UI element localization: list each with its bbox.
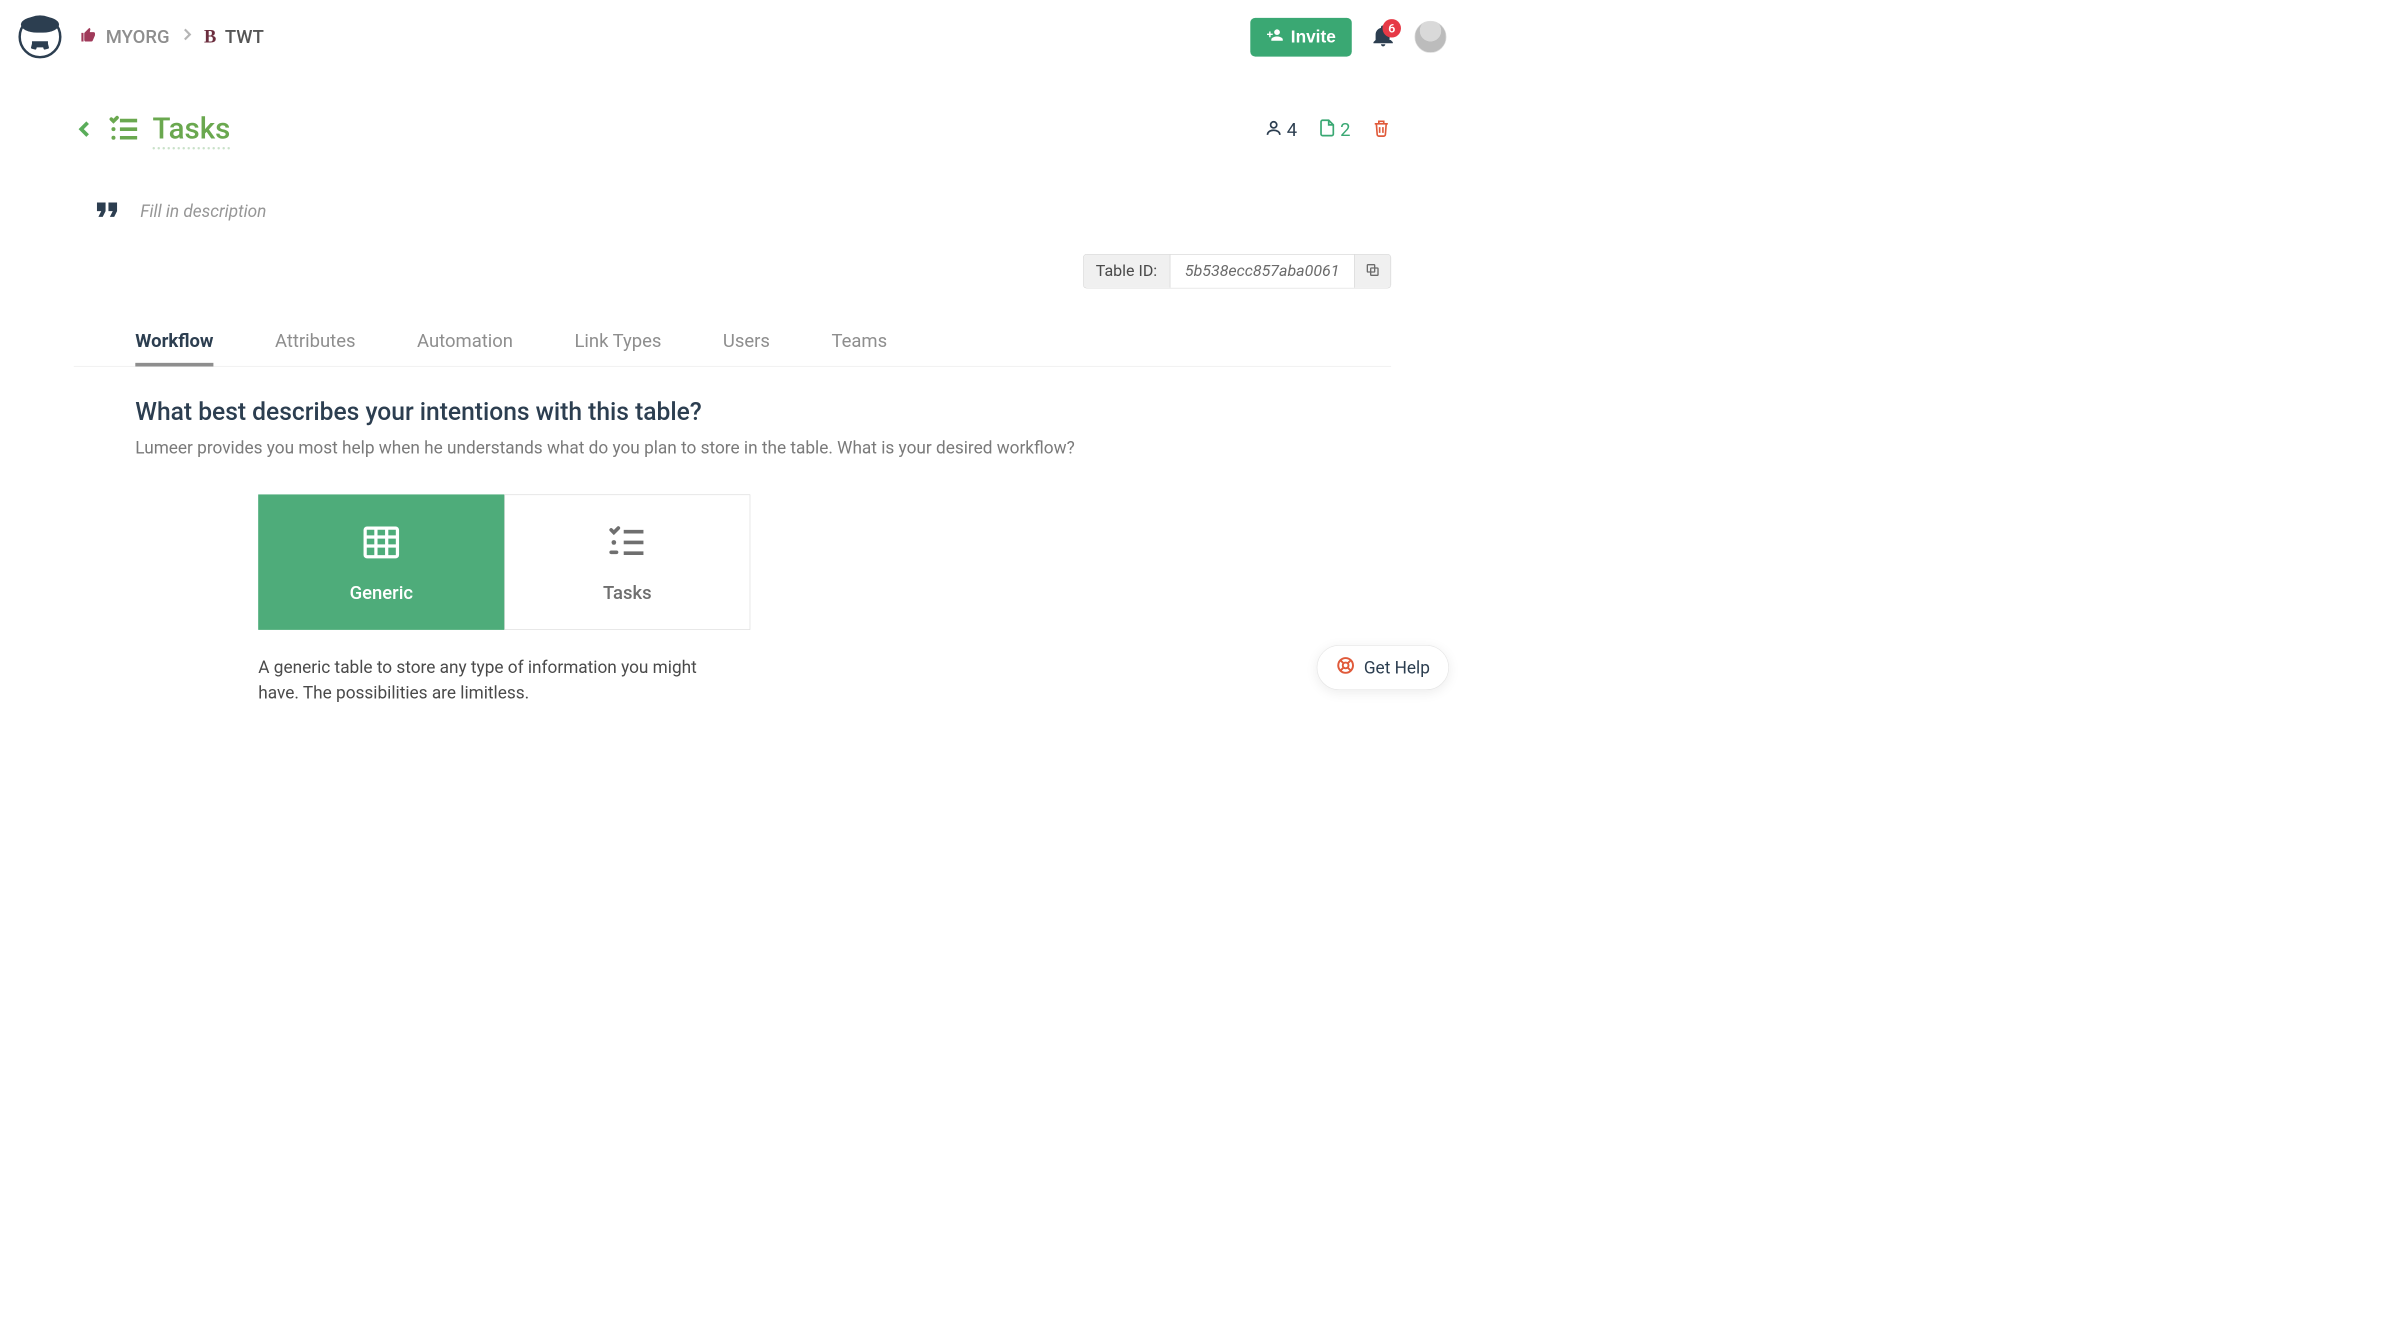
tab-automation[interactable]: Automation xyxy=(417,319,513,366)
user-plus-icon xyxy=(1266,26,1283,48)
tab-link-types[interactable]: Link Types xyxy=(574,319,661,366)
topbar: MYORG B TWT Invite 6 xyxy=(0,0,1465,68)
breadcrumb: MYORG B TWT xyxy=(80,26,264,48)
invite-button[interactable]: Invite xyxy=(1250,18,1352,57)
user-icon xyxy=(1265,118,1283,141)
lifering-icon xyxy=(1336,656,1356,680)
copy-id-button[interactable] xyxy=(1354,255,1390,288)
get-help-button[interactable]: Get Help xyxy=(1316,645,1448,690)
workflow-subheading: Lumeer provides you most help when he un… xyxy=(135,437,1304,457)
notification-badge: 6 xyxy=(1383,19,1401,37)
tabs: Workflow Attributes Automation Link Type… xyxy=(74,319,1391,366)
breadcrumb-org[interactable]: MYORG xyxy=(106,26,170,48)
workflow-card-generic[interactable]: Generic xyxy=(258,494,504,629)
file-count[interactable]: 2 xyxy=(1318,118,1351,141)
table-id-box: Table ID: 5b538ecc857aba0061 xyxy=(1083,254,1391,288)
copy-icon xyxy=(1365,262,1381,280)
tab-workflow[interactable]: Workflow xyxy=(135,319,213,366)
tab-teams[interactable]: Teams xyxy=(831,319,887,366)
avatar[interactable] xyxy=(1415,21,1447,53)
back-button[interactable] xyxy=(74,118,96,143)
quote-icon xyxy=(90,192,124,229)
app-logo[interactable] xyxy=(18,15,61,58)
tab-attributes[interactable]: Attributes xyxy=(275,319,356,366)
file-icon xyxy=(1318,118,1336,141)
tab-users[interactable]: Users xyxy=(723,319,770,366)
invite-label: Invite xyxy=(1291,27,1336,47)
file-count-value: 2 xyxy=(1340,119,1350,141)
breadcrumb-project[interactable]: TWT xyxy=(225,26,264,48)
get-help-label: Get Help xyxy=(1364,657,1430,677)
page-title[interactable]: Tasks xyxy=(153,111,231,150)
tasks-list-icon xyxy=(107,112,141,149)
description-input[interactable]: Fill in description xyxy=(140,201,266,221)
workflow-card-description: A generic table to store any type of inf… xyxy=(258,654,738,706)
workflow-heading: What best describes your intentions with… xyxy=(135,397,1304,426)
chevron-right-icon xyxy=(178,26,195,48)
bell-icon xyxy=(1370,39,1396,51)
grid-icon xyxy=(360,521,403,567)
user-count[interactable]: 4 xyxy=(1265,118,1298,141)
project-b-icon: B xyxy=(204,26,216,47)
title-row: Tasks 4 2 xyxy=(74,111,1391,150)
table-id-value[interactable]: 5b538ecc857aba0061 xyxy=(1170,255,1354,288)
workflow-card-tasks[interactable]: Tasks xyxy=(504,494,750,629)
card-label: Tasks xyxy=(603,582,652,604)
delete-button[interactable] xyxy=(1371,118,1391,143)
card-label: Generic xyxy=(350,582,413,604)
user-count-value: 4 xyxy=(1287,119,1297,141)
thumbs-up-icon xyxy=(80,26,97,48)
notifications-button[interactable]: 6 xyxy=(1370,23,1396,51)
tasks-list-icon xyxy=(606,521,649,567)
table-id-label: Table ID: xyxy=(1083,255,1170,288)
